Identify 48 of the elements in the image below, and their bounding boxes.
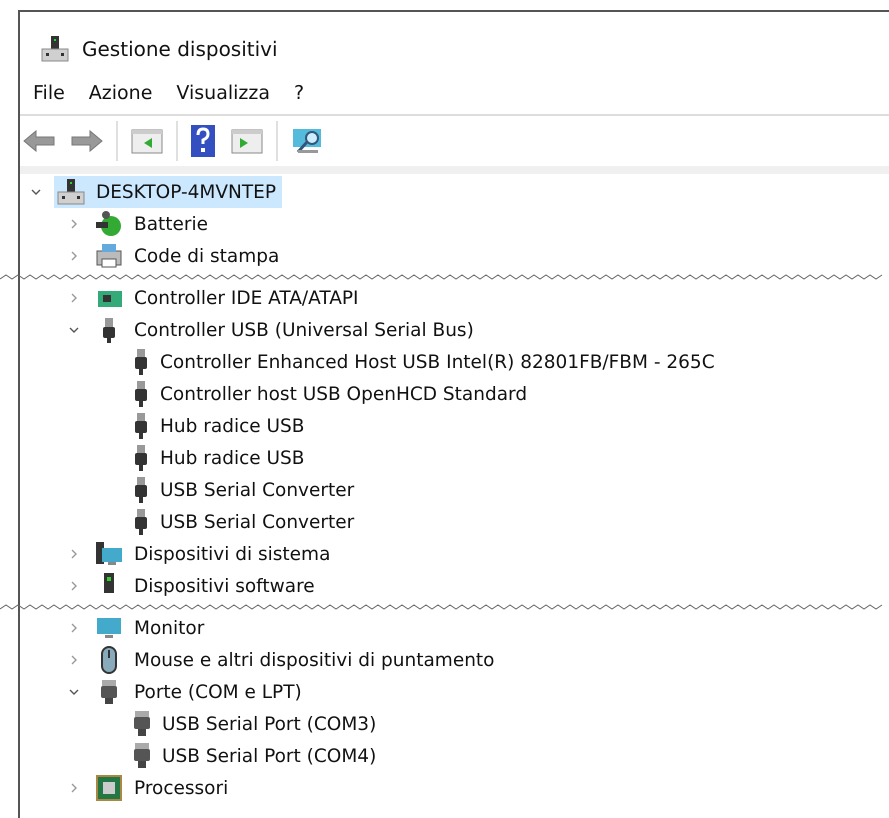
tree-item[interactable]: Batterie (92, 208, 214, 240)
chevron-down-icon[interactable] (69, 687, 79, 697)
tree-item[interactable]: USB Serial Port (COM3) (130, 708, 382, 740)
usb-plug-icon (132, 508, 150, 536)
window-title: Gestione dispositivi (82, 37, 278, 61)
port-connector-icon (132, 742, 152, 770)
usb-plug-icon (132, 412, 150, 440)
chevron-right-icon[interactable] (69, 219, 79, 229)
tree-item[interactable]: Controller USB (Universal Serial Bus) (92, 314, 480, 346)
menu-item[interactable]: File (24, 82, 74, 114)
tree-item[interactable]: Monitor (92, 612, 210, 644)
chevron-right-icon[interactable] (69, 783, 79, 793)
tree-item[interactable]: Porte (COM e LPT) (92, 676, 308, 708)
chevron-right-icon[interactable] (69, 655, 79, 665)
chevron-right-icon[interactable] (69, 293, 79, 303)
chevron-down-icon[interactable] (69, 325, 79, 335)
tree-item[interactable]: USB Serial Converter (130, 506, 360, 538)
chevron-right-icon[interactable] (69, 251, 79, 261)
usb-plug-icon (132, 444, 150, 472)
chevron-right-icon[interactable] (69, 549, 79, 559)
chevron-right-icon[interactable] (69, 581, 79, 591)
tree-item[interactable]: Mouse e altri dispositivi di puntamento (92, 644, 500, 676)
tree-item[interactable]: Controller IDE ATA/ATAPI (92, 282, 364, 314)
tree-item[interactable]: USB Serial Converter (130, 474, 360, 506)
usb-plug-icon (132, 348, 150, 376)
help-button[interactable] (188, 122, 218, 160)
tree-item[interactable]: Code di stampa (92, 240, 286, 272)
tree-item[interactable]: Hub radice USB (130, 410, 310, 442)
tree-item[interactable]: Controller host USB OpenHCD Standard (130, 378, 534, 410)
usb-plug-icon (132, 476, 150, 504)
tree-item[interactable]: Processori (92, 772, 234, 804)
menu-item[interactable]: ? (285, 82, 314, 114)
tree-item[interactable]: Dispositivi di sistema (92, 538, 336, 570)
tree-item[interactable]: Controller Enhanced Host USB Intel(R) 82801FB/FBM - 265C (130, 346, 721, 378)
tree-item[interactable]: Hub radice USB (130, 442, 310, 474)
chevron-right-icon[interactable] (69, 623, 79, 633)
chevron-down-icon[interactable] (31, 187, 41, 197)
port-connector-icon (132, 710, 152, 738)
menu-item[interactable]: Visualizza (167, 82, 279, 114)
computer-icon (40, 34, 70, 64)
computer-icon (56, 177, 86, 207)
usb-plug-icon (132, 380, 150, 408)
tree-item[interactable]: USB Serial Port (COM4) (130, 740, 382, 772)
tree-item[interactable]: Dispositivi software (92, 570, 321, 602)
processor-icon (94, 773, 124, 803)
tree-item[interactable]: DESKTOP-4MVNTEP (54, 176, 282, 208)
menu-item[interactable]: Azione (80, 82, 162, 114)
battery-plug-icon (94, 209, 124, 239)
